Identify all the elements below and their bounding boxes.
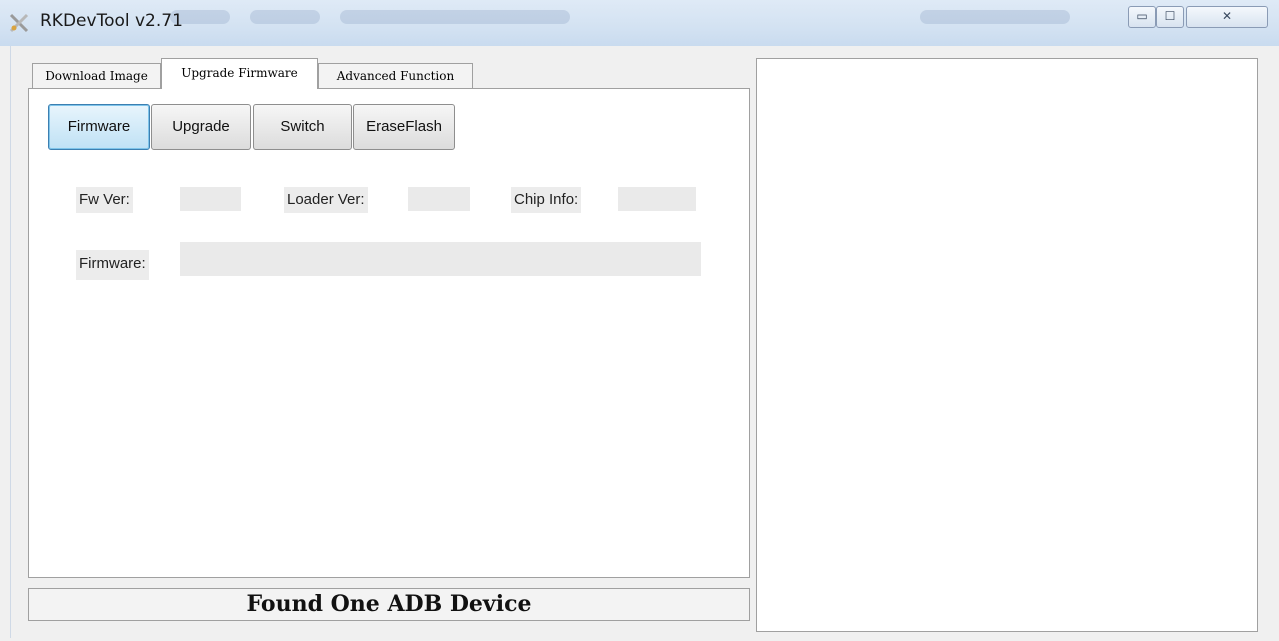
close-button[interactable]: ✕ bbox=[1186, 6, 1268, 28]
blurred-path-segment bbox=[340, 10, 570, 24]
close-icon: ✕ bbox=[1221, 9, 1233, 23]
chip-info-value bbox=[618, 187, 696, 211]
loader-ver-label: Loader Ver: bbox=[284, 187, 368, 213]
chip-info-label: Chip Info: bbox=[511, 187, 582, 213]
firmware-path-label: Firmware: bbox=[76, 250, 149, 280]
firmware-button[interactable]: Firmware bbox=[48, 104, 150, 150]
blurred-path-segment bbox=[250, 10, 320, 24]
minimize-icon: ▭ bbox=[1136, 9, 1148, 23]
status-message: Found One ADB Device bbox=[28, 588, 750, 621]
upgrade-button[interactable]: Upgrade bbox=[151, 104, 251, 150]
switch-button[interactable]: Switch bbox=[253, 104, 352, 150]
maximize-icon: ☐ bbox=[1164, 9, 1176, 23]
minimize-button[interactable]: ▭ bbox=[1128, 6, 1156, 28]
rockchip-app-icon bbox=[9, 13, 29, 33]
tab-advanced-function[interactable]: Advanced Function bbox=[318, 63, 473, 88]
loader-ver-value bbox=[408, 187, 470, 211]
eraseflash-button[interactable]: EraseFlash bbox=[353, 104, 455, 150]
window-title: RKDevTool v2.71 bbox=[40, 11, 183, 31]
tab-download-image[interactable]: Download Image bbox=[32, 63, 161, 88]
firmware-path-field bbox=[180, 242, 701, 276]
log-output-panel[interactable] bbox=[756, 58, 1258, 632]
tab-upgrade-firmware[interactable]: Upgrade Firmware bbox=[161, 58, 318, 89]
maximize-button[interactable]: ☐ bbox=[1156, 6, 1184, 28]
upgrade-firmware-panel bbox=[28, 88, 750, 578]
title-bar[interactable]: RKDevTool v2.71 ▭ ☐ ✕ bbox=[0, 0, 1279, 46]
blurred-path-segment bbox=[920, 10, 1070, 24]
fw-ver-label: Fw Ver: bbox=[76, 187, 133, 213]
fw-ver-value bbox=[180, 187, 241, 211]
